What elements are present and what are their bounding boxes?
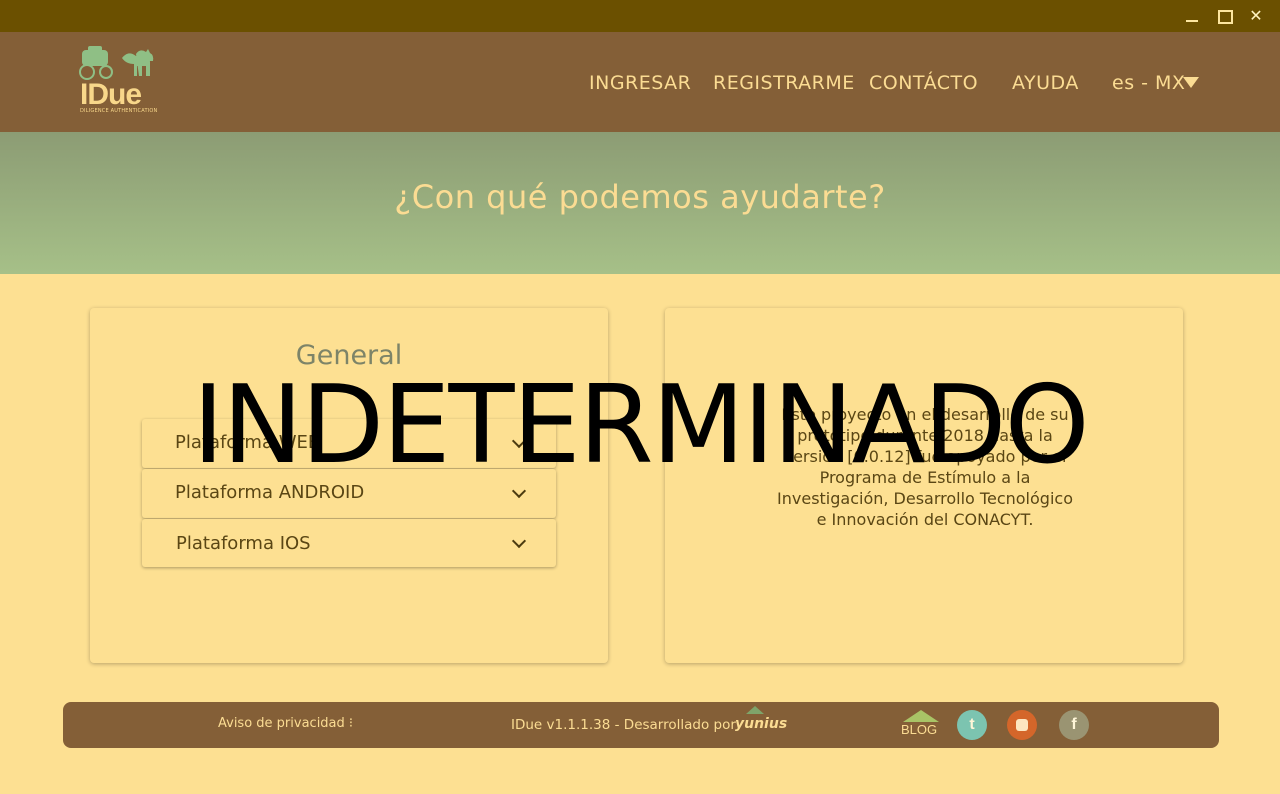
caret-down-icon[interactable] — [1183, 77, 1199, 88]
facebook-icon[interactable]: f — [1059, 710, 1089, 740]
window-titlebar: ✕ — [0, 0, 1280, 32]
nav-registrarme[interactable]: REGISTRARME — [713, 72, 855, 94]
accordion-label: Plataforma ANDROID — [175, 482, 365, 503]
chevron-down-icon — [511, 533, 527, 549]
minimize-icon[interactable] — [1181, 6, 1203, 26]
chevron-down-icon — [511, 483, 527, 499]
language-selector[interactable]: es - MX — [1112, 72, 1185, 94]
carriage-logo-icon — [79, 46, 154, 80]
accordion-plataforma-web[interactable]: Plataforma WEB — [142, 419, 556, 468]
idue-logo[interactable]: IDue DILIGENCE AUTHENTICATION — [78, 46, 160, 118]
close-icon[interactable]: ✕ — [1245, 6, 1267, 26]
help-hero: ¿Con qué podemos ayudarte? — [0, 132, 1280, 274]
general-card: General Plataforma WEB Plataforma ANDROI… — [90, 308, 608, 663]
privacy-notice-link[interactable]: Aviso de privacidad ⁝ — [218, 716, 353, 731]
twitter-icon[interactable]: t — [957, 710, 987, 740]
nav-ingresar[interactable]: INGRESAR — [589, 72, 691, 94]
accordion-plataforma-ios[interactable]: Plataforma IOS — [142, 519, 556, 567]
chevron-down-icon — [511, 433, 527, 449]
top-navbar: IDue DILIGENCE AUTHENTICATION INGRESAR R… — [0, 32, 1280, 132]
general-title: General — [295, 340, 403, 371]
youtube-icon[interactable] — [1007, 710, 1037, 740]
logo-subtitle: DILIGENCE AUTHENTICATION — [80, 108, 158, 114]
info-card: Este proyecto en el desarrollo de su pro… — [665, 308, 1183, 663]
version-text: IDue v1.1.1.38 - Desarrollado por — [511, 717, 736, 733]
nav-contacto[interactable]: CONTÁCTO — [869, 72, 978, 94]
yunius-logo-icon — [746, 706, 764, 714]
accordion-label: Plataforma IOS — [176, 533, 311, 554]
blog-icon — [903, 710, 939, 722]
maximize-icon[interactable] — [1213, 6, 1235, 26]
blog-label: BLOG — [901, 722, 938, 737]
conacyt-support-text: Este proyecto en el desarrollo de su pro… — [777, 405, 1073, 529]
logo-wordmark: IDue — [80, 78, 142, 111]
nav-ayuda[interactable]: AYUDA — [1012, 72, 1079, 94]
footer-bar: Aviso de privacidad ⁝ IDue v1.1.1.38 - D… — [63, 702, 1219, 748]
yunius-brand-link[interactable]: yunius — [735, 716, 787, 732]
accordion-label: Plataforma WEB — [175, 432, 321, 453]
hero-title: ¿Con qué podemos ayudarte? — [394, 178, 886, 216]
accordion-plataforma-android[interactable]: Plataforma ANDROID — [142, 469, 556, 518]
blog-link[interactable]: BLOG — [899, 708, 943, 742]
